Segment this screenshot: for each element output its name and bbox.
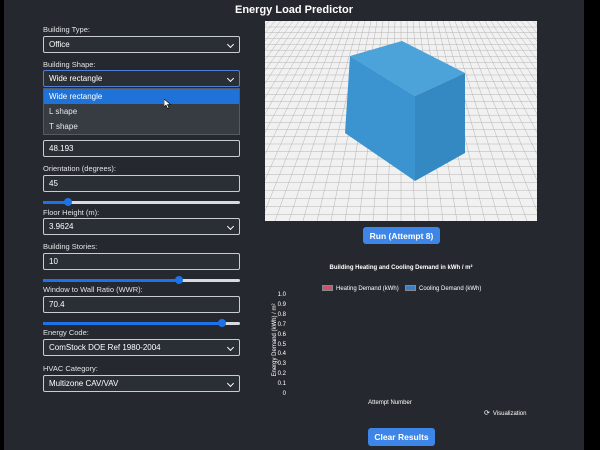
shape-option-wide-rectangle[interactable]: Wide rectangle	[44, 89, 239, 104]
building-type-label: Building Type:	[43, 25, 90, 34]
refresh-icon: ⟳	[484, 410, 490, 417]
mouse-cursor-icon	[164, 99, 172, 109]
chart-title: Building Heating and Cooling Demand in k…	[329, 265, 473, 271]
wwr-label: Window to Wall Ratio (WWR):	[43, 285, 143, 294]
legend-cooling-swatch	[405, 285, 416, 291]
shape-option-l-shape[interactable]: L shape	[44, 104, 239, 119]
floor-height-value: 3.9624	[49, 222, 74, 231]
building-3d-scene	[265, 21, 537, 221]
legend-heating-label: Heating Demand (kWh)	[336, 286, 399, 292]
stories-value: 10	[49, 257, 58, 266]
wwr-input[interactable]: 70.4	[43, 296, 240, 313]
building-shape-select[interactable]: Wide rectangle	[43, 70, 240, 87]
visualization-label: Visualization	[492, 411, 527, 417]
y-axis-label: Energy Demand (kWh) / m²	[272, 303, 278, 377]
page-title: Energy Load Predictor	[235, 4, 353, 16]
run-button[interactable]: Run (Attempt 8)	[363, 227, 440, 244]
slider-fill	[43, 279, 179, 282]
clear-results-button[interactable]: Clear Results	[368, 428, 435, 446]
width-input[interactable]: 48.193	[43, 140, 240, 157]
slider-thumb[interactable]	[218, 319, 227, 327]
floor-height-select[interactable]: 3.9624	[43, 218, 240, 235]
stories-label: Building Stories:	[43, 242, 98, 251]
visualization-toggle[interactable]: ⟳ Visualization	[484, 409, 526, 417]
wwr-slider[interactable]	[43, 319, 240, 327]
slider-thumb[interactable]	[63, 198, 72, 206]
y-tick-label: 0	[282, 391, 286, 397]
width-value: 48.193	[49, 144, 74, 153]
slider-thumb[interactable]	[174, 276, 183, 284]
building-shape-dropdown: Wide rectangle L shape T shape	[43, 88, 240, 135]
building-type-value: Office	[49, 40, 70, 49]
floor-height-label: Floor Height (m):	[43, 208, 100, 217]
orientation-slider[interactable]	[43, 198, 240, 206]
energy-code-value: ComStock DOE Ref 1980-2004	[49, 343, 161, 352]
legend-cooling-label: Cooling Demand (kWh)	[419, 286, 482, 292]
building-3d-viewport[interactable]	[265, 21, 537, 221]
wwr-value: 70.4	[49, 300, 65, 309]
orientation-input[interactable]: 45	[43, 175, 240, 192]
orientation-value: 45	[49, 179, 58, 188]
stories-slider[interactable]	[43, 276, 240, 284]
legend-heating-swatch	[322, 285, 333, 291]
app-window: Energy Load Predictor Building Type: Off…	[4, 0, 584, 450]
building-type-select[interactable]: Office	[43, 36, 240, 53]
shape-option-t-shape[interactable]: T shape	[44, 119, 239, 134]
legend-cooling: Cooling Demand (kWh)	[405, 285, 481, 292]
legend-heating: Heating Demand (kWh)	[322, 285, 399, 292]
orientation-label: Orientation (degrees):	[43, 164, 116, 173]
hvac-label: HVAC Category:	[43, 364, 98, 373]
hvac-select[interactable]: Multizone CAV/VAV	[43, 375, 240, 392]
slider-fill	[43, 322, 223, 325]
x-axis-label: Attempt Number	[368, 400, 412, 406]
slider-track	[43, 201, 240, 204]
stories-input[interactable]: 10	[43, 253, 240, 270]
building-shape-value: Wide rectangle	[49, 74, 103, 83]
energy-code-select[interactable]: ComStock DOE Ref 1980-2004	[43, 339, 240, 356]
hvac-value: Multizone CAV/VAV	[49, 379, 119, 388]
building-shape-label: Building Shape:	[43, 60, 96, 69]
energy-code-label: Energy Code:	[43, 328, 89, 337]
